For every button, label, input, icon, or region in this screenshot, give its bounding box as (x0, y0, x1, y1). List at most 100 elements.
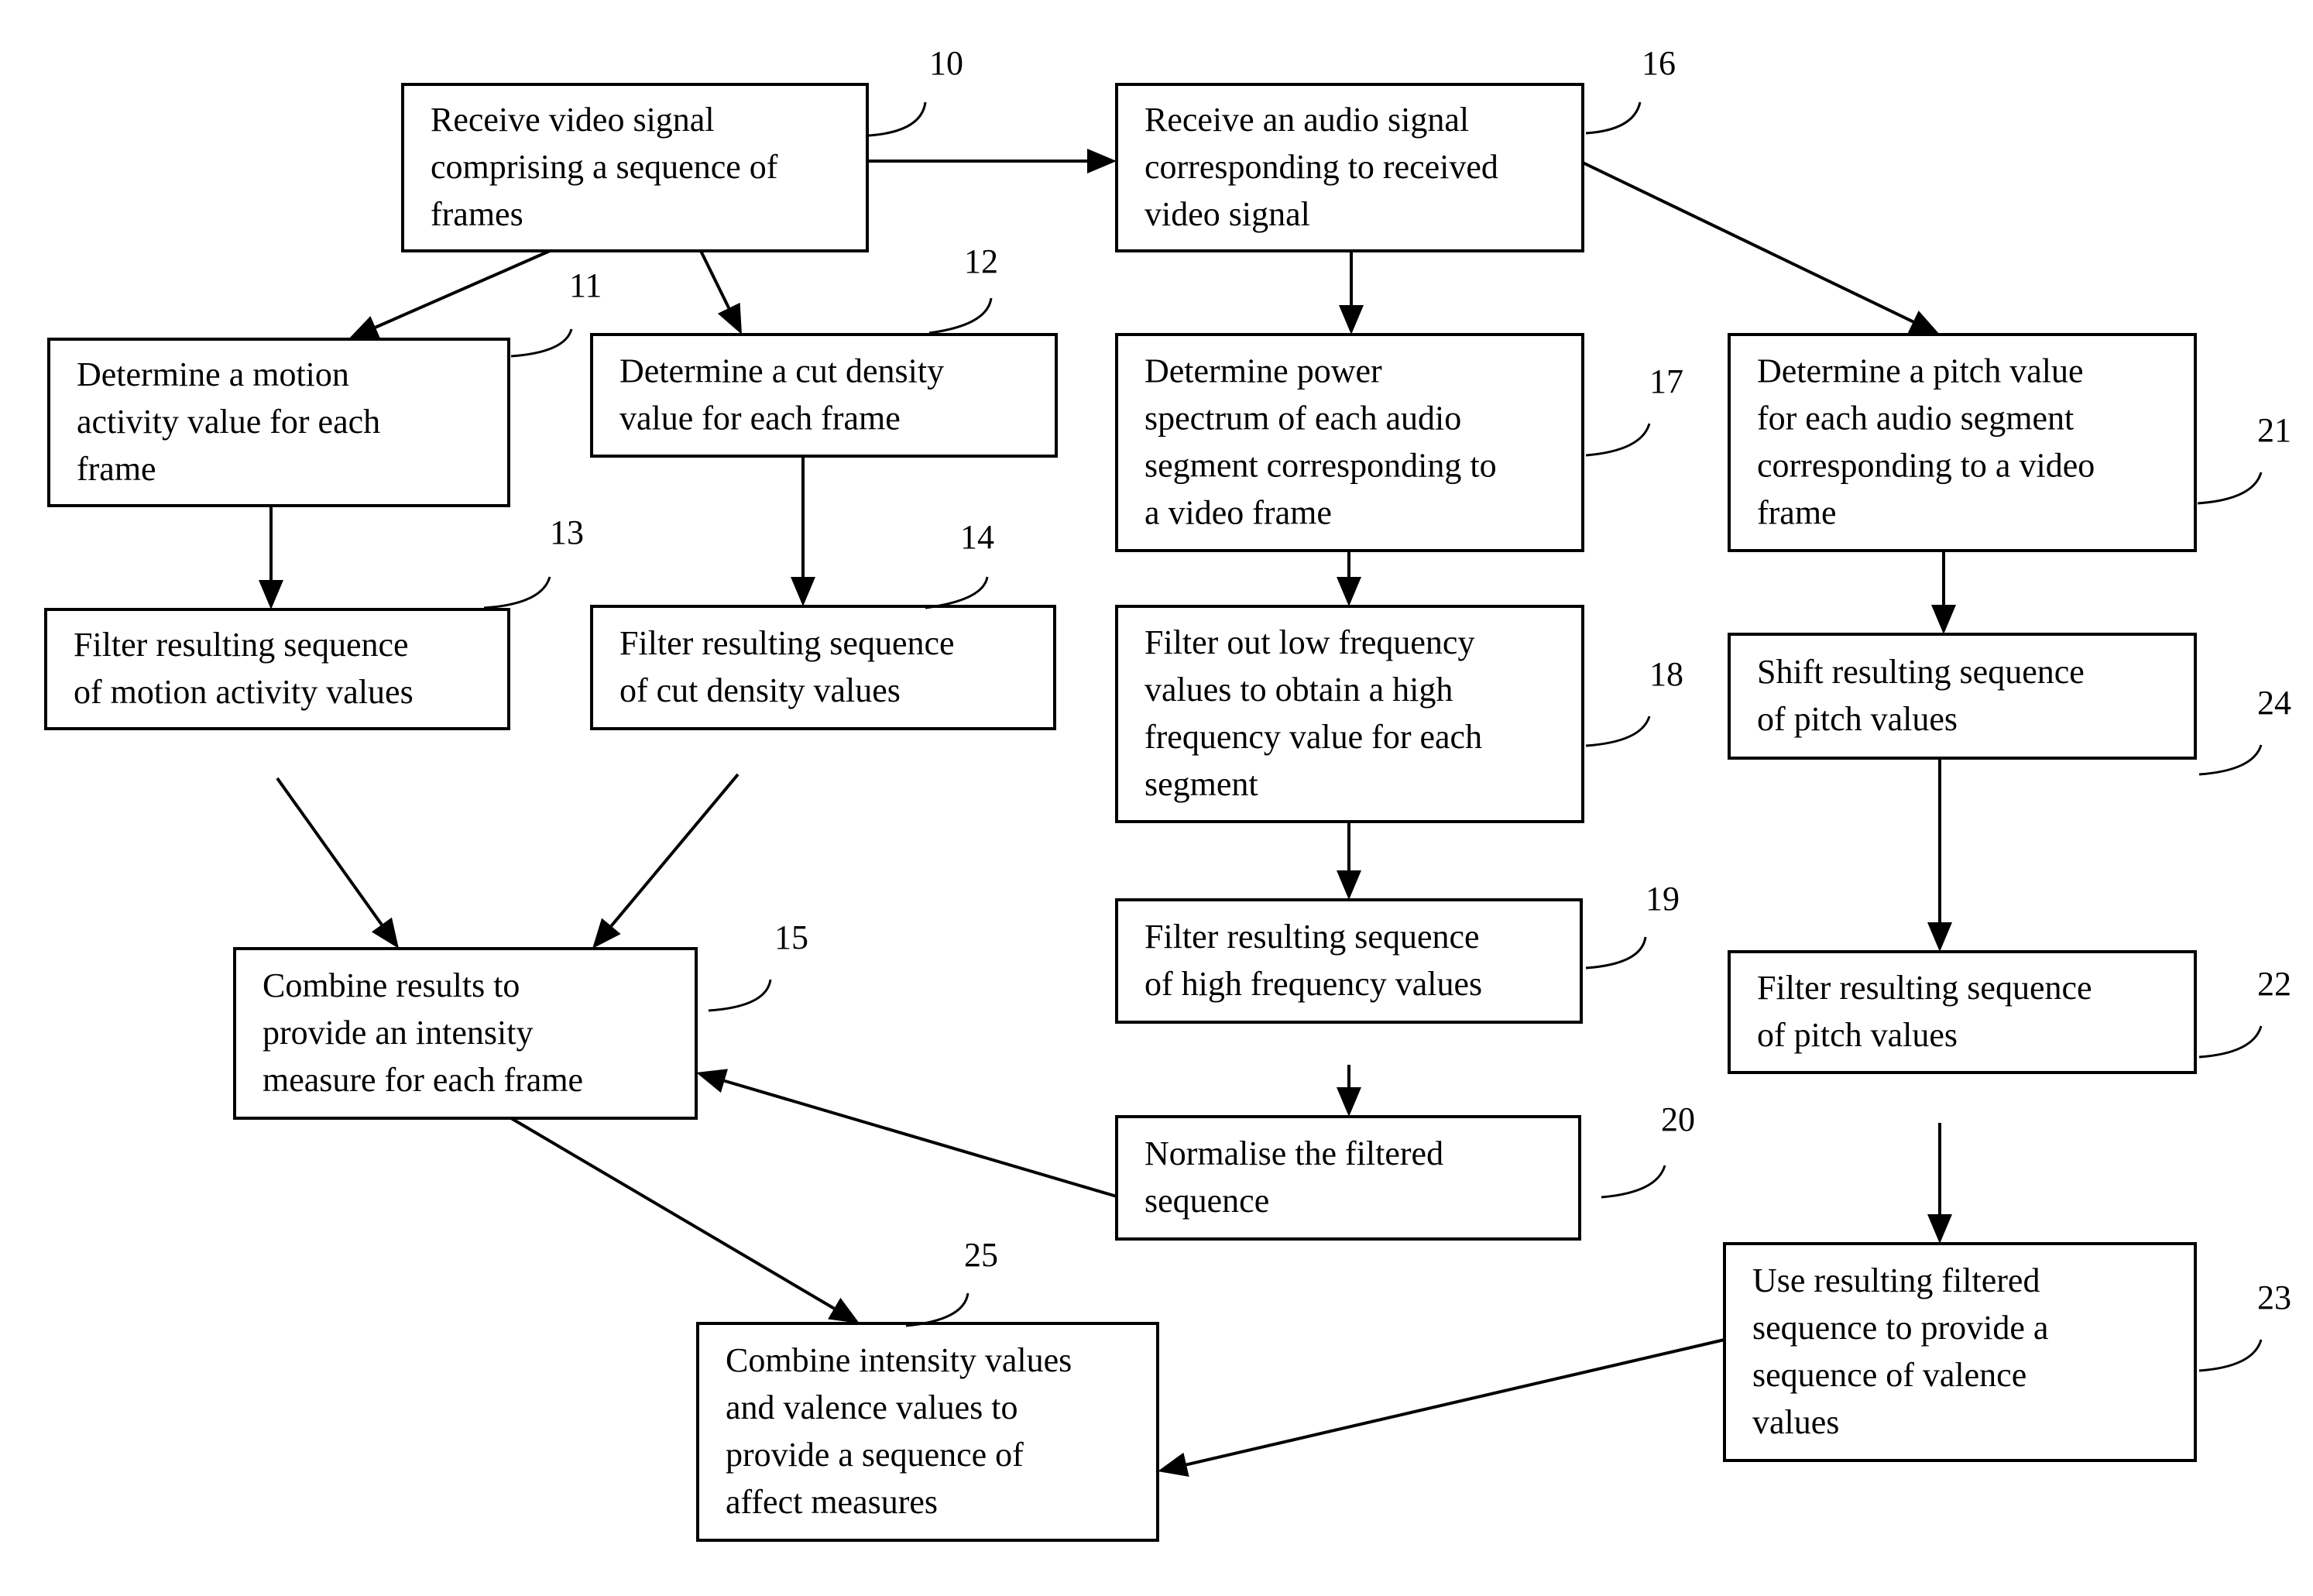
edge-20-15 (696, 1069, 1117, 1198)
flowchart-diagram: Receive video signal comprising a sequenc… (44, 44, 2291, 1542)
arrowhead-icon (592, 918, 621, 949)
edge-line (609, 773, 740, 928)
step-text-line: affect measures (726, 1483, 938, 1521)
step-text-line: video signal (1144, 195, 1310, 233)
edge-line (510, 1117, 836, 1310)
reference-numeral-19: 19 (1585, 880, 1680, 970)
step-text-line: Determine power (1144, 352, 1382, 390)
step-text-line: corresponding to received (1144, 148, 1498, 186)
step-box-22: Filter resulting sequence of pitch values (1728, 950, 2197, 1074)
step-box-12: Determine a cut density value for each fr… (590, 333, 1058, 458)
edge-10-16 (867, 149, 1117, 173)
edge-16-17 (1339, 251, 1364, 335)
step-text-line: activity value for each (77, 403, 380, 441)
step-text-line: Determine a motion (77, 355, 349, 393)
edge-22-23 (1927, 1123, 1952, 1244)
edge-16-21 (1582, 161, 1940, 335)
edge-line (1186, 1338, 1725, 1467)
reference-label: 18 (1649, 655, 1683, 693)
arrowhead-icon (1158, 1452, 1189, 1477)
step-text-line: of cut density values (619, 671, 901, 709)
reference-numeral-17: 17 (1585, 362, 1683, 457)
edge-23-25 (1158, 1338, 1725, 1477)
reference-numeral-20: 20 (1601, 1100, 1695, 1199)
reference-label: 22 (2257, 965, 2291, 1003)
arrowhead-icon (371, 917, 399, 949)
step-text-line: of motion activity values (74, 673, 414, 711)
leader-line (868, 101, 927, 137)
arrowhead-icon (1337, 1087, 1361, 1117)
step-text-line: a video frame (1144, 494, 1332, 532)
step-text-line: provide a sequence of (726, 1436, 1024, 1474)
edge-line (276, 777, 383, 926)
step-text-line: Filter resulting sequence (74, 626, 409, 664)
step-text-line: and valence values to (726, 1388, 1018, 1426)
reference-label: 11 (569, 266, 602, 304)
step-box-25: Combine intensity values and valence valu… (696, 1322, 1159, 1542)
leader-line (905, 1292, 969, 1327)
reference-label: 19 (1646, 880, 1680, 918)
step-text-line: Filter out low frequency (1144, 623, 1474, 661)
leader-line (483, 576, 551, 609)
arrowhead-icon (1927, 922, 1952, 952)
step-box-18: Filter out low frequency values to obtain… (1115, 605, 1584, 823)
edge-line (699, 250, 731, 309)
step-text-line: values (1752, 1403, 1839, 1441)
step-box-17: Determine power spectrum of each audio seg… (1115, 333, 1584, 552)
leader-line (708, 979, 772, 1012)
reference-numeral-24: 24 (2198, 684, 2291, 776)
reference-label: 23 (2257, 1279, 2291, 1316)
reference-numeral-15: 15 (708, 918, 808, 1012)
step-text-line: of pitch values (1757, 700, 1958, 738)
arrowhead-icon (1337, 870, 1361, 900)
reference-numeral-11: 11 (510, 266, 602, 358)
edge-14-15 (592, 773, 740, 949)
step-text-line: measure for each frame (263, 1061, 583, 1099)
step-text-line: corresponding to a video (1757, 447, 2095, 485)
step-text-line: Shift resulting sequence (1757, 653, 2085, 691)
reference-label: 25 (964, 1236, 998, 1274)
step-text-line: values to obtain a high (1144, 671, 1453, 709)
arrowhead-icon (1337, 577, 1361, 606)
edge-19-20 (1337, 1065, 1361, 1117)
arrowhead-icon (259, 580, 283, 609)
step-text-line: Receive video signal (431, 101, 715, 139)
arrowhead-icon (1339, 305, 1364, 335)
reference-label: 14 (960, 518, 994, 556)
step-text-line: provide an intensity (263, 1014, 534, 1052)
arrowhead-icon (791, 577, 815, 606)
step-box-10: Receive video signal comprising a sequenc… (401, 83, 869, 252)
step-text-line: Use resulting filtered (1752, 1261, 2040, 1299)
step-text-line: Normalise the filtered (1144, 1134, 1443, 1172)
step-box-15: Combine results to provide an intensity me… (233, 947, 698, 1120)
step-text-line: Receive an audio signal (1144, 101, 1469, 139)
leader-line (1601, 1165, 1666, 1199)
reference-label: 21 (2257, 411, 2291, 449)
edge-10-11 (348, 249, 551, 339)
edge-line (374, 249, 551, 329)
edge-line (1582, 161, 1914, 324)
step-box-14: Filter resulting sequence of cut density … (590, 605, 1056, 730)
step-text-line: spectrum of each audio (1144, 400, 1461, 438)
step-text-line: Combine intensity values (726, 1341, 1072, 1379)
reference-numeral-18: 18 (1585, 655, 1683, 747)
step-text-line: sequence (1144, 1182, 1269, 1220)
leader-line (1585, 101, 1642, 135)
leader-line (1585, 716, 1651, 747)
step-text-line: Determine a cut density (619, 352, 944, 390)
arrowhead-icon (828, 1297, 860, 1323)
step-text-line: Determine a pitch value (1757, 352, 2083, 390)
step-text-line: frame (1757, 494, 1837, 532)
reference-numeral-23: 23 (2198, 1279, 2291, 1372)
reference-label: 17 (1649, 362, 1683, 400)
step-text-line: sequence of valence (1752, 1356, 2026, 1394)
step-text-line: Filter resulting sequence (1757, 969, 2092, 1007)
edge-10-12 (699, 250, 742, 335)
step-box-13: Filter resulting sequence of motion activ… (44, 608, 510, 730)
reference-numeral-12: 12 (928, 242, 998, 335)
step-text-line: sequence to provide a (1752, 1309, 2048, 1347)
leader-line (2198, 1339, 2263, 1372)
leader-line (928, 297, 993, 335)
step-text-line: for each audio segment (1757, 400, 2074, 438)
leader-line (2198, 744, 2263, 776)
